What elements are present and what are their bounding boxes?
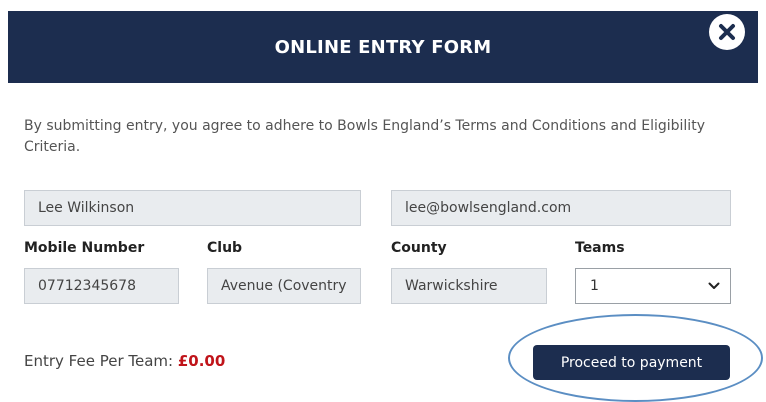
teams-label: Teams: [575, 240, 625, 256]
terms-text: By submitting entry, you agree to adhere…: [24, 118, 705, 155]
mobile-number-label: Mobile Number: [24, 240, 145, 256]
entry-fee-amount: £0.00: [177, 352, 226, 370]
email-field[interactable]: lee@bowlsengland.com: [391, 190, 731, 226]
club-field[interactable]: Avenue (Coventry: [207, 268, 361, 304]
mobile-number-field[interactable]: 07712345678: [24, 268, 179, 304]
club-value: Avenue (Coventry: [221, 278, 347, 294]
chevron-down-icon: [708, 282, 720, 289]
teams-selected-value: 1: [590, 278, 599, 294]
county-label: County: [391, 240, 447, 256]
entry-form-modal: ONLINE ENTRY FORM By submitting entry, y…: [0, 0, 766, 402]
name-value: Lee Wilkinson: [38, 200, 135, 216]
close-icon: [719, 24, 735, 40]
email-value: lee@bowlsengland.com: [405, 200, 572, 216]
entry-fee-label: Entry Fee Per Team:: [24, 352, 178, 370]
teams-select[interactable]: 1: [575, 268, 731, 304]
modal-title: ONLINE ENTRY FORM: [274, 36, 492, 58]
club-label: Club: [207, 240, 243, 256]
name-field[interactable]: Lee Wilkinson: [24, 190, 361, 226]
entry-fee: Entry Fee Per Team: £0.00: [24, 352, 225, 370]
mobile-number-value: 07712345678: [38, 278, 136, 294]
proceed-to-payment-button[interactable]: Proceed to payment: [533, 345, 730, 380]
close-button[interactable]: [709, 14, 745, 50]
modal-header: ONLINE ENTRY FORM: [8, 11, 758, 83]
county-value: Warwickshire: [405, 278, 498, 294]
county-field[interactable]: Warwickshire: [391, 268, 547, 304]
proceed-to-payment-label: Proceed to payment: [560, 354, 703, 371]
